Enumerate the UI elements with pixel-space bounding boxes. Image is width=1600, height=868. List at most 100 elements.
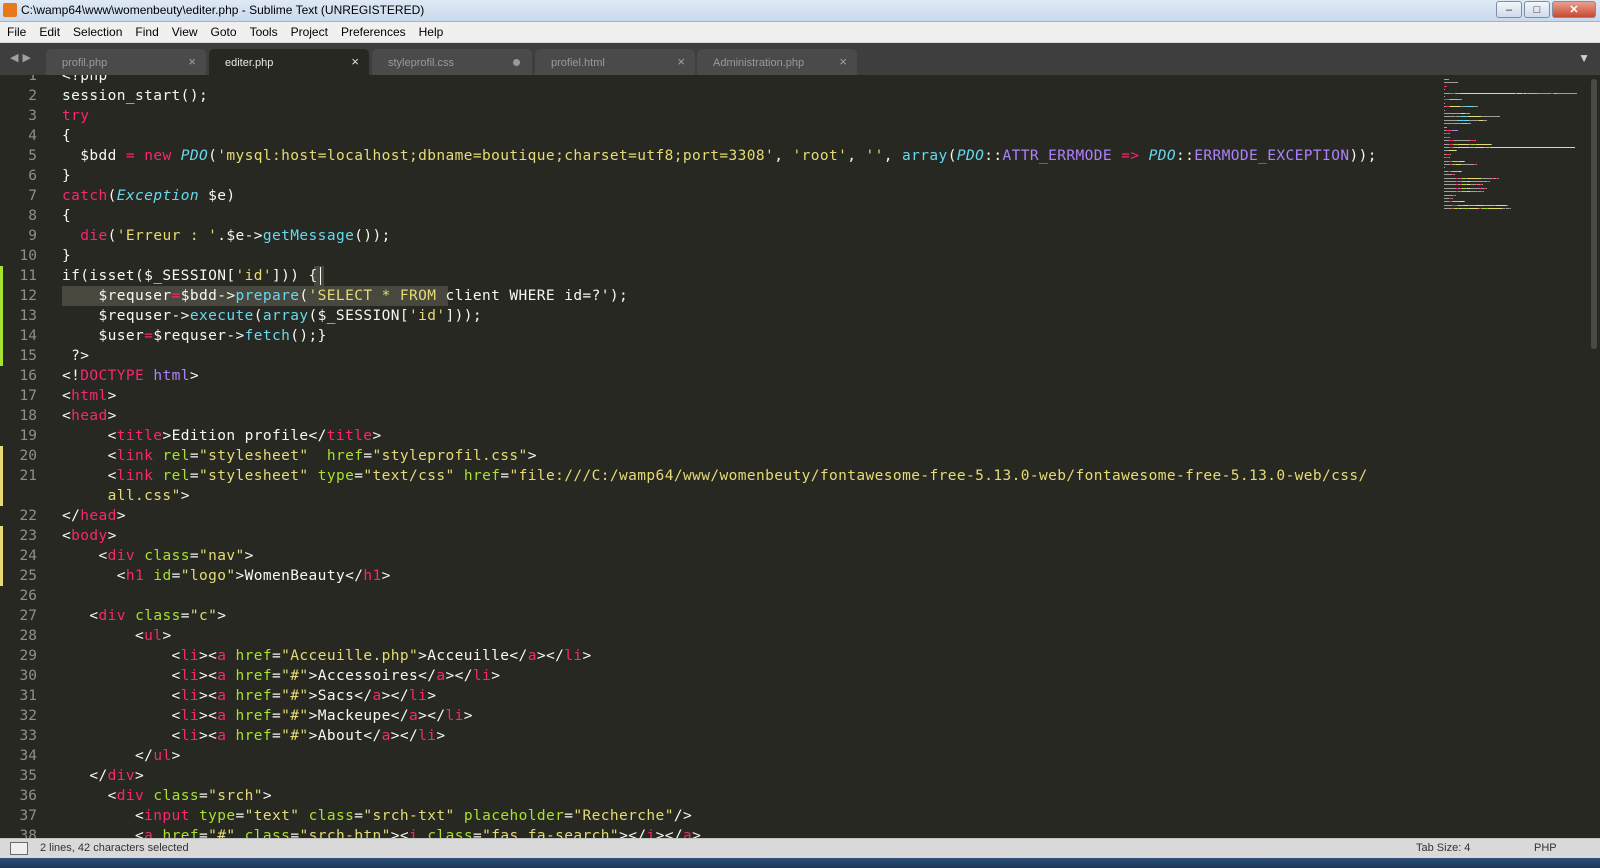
maximize-button[interactable]: □ (1524, 1, 1550, 18)
tab-profil-php[interactable]: profil.php × (46, 49, 206, 75)
scrollbar-thumb[interactable] (1591, 79, 1597, 349)
menu-goto[interactable]: Goto (204, 22, 243, 42)
code-line[interactable]: <input type="text" class="srch-txt" plac… (62, 806, 692, 826)
tab-close-icon[interactable]: × (188, 54, 196, 69)
code-line[interactable]: ?> (62, 346, 89, 366)
code-line[interactable]: $user=$requser->fetch();} (62, 326, 327, 346)
code-token: $e-> (226, 228, 263, 244)
code-line[interactable]: <h1 id="logo">WomenBeauty</h1> (62, 566, 391, 586)
code-token: "srch-txt" (363, 808, 455, 824)
code-line[interactable]: <div class="nav"> (62, 546, 254, 566)
code-line[interactable]: <title>Edition profile</title> (62, 426, 382, 446)
tab-close-icon[interactable]: × (839, 54, 847, 69)
tab-editer-php[interactable]: editer.php × (209, 49, 369, 75)
tab-administration-php[interactable]: Administration.php × (697, 49, 857, 75)
code-line[interactable]: $requser->execute(array($_SESSION['id'])… (62, 306, 482, 326)
panel-toggle-icon[interactable] (10, 842, 28, 855)
menu-preferences[interactable]: Preferences (334, 22, 412, 42)
code-line[interactable]: <ul> (62, 626, 172, 646)
code-line[interactable]: if(isset($_SESSION['id'])) { (62, 266, 318, 286)
tab-nav-arrows-icon[interactable]: ◀▶ (10, 51, 35, 64)
minimap[interactable] (1444, 75, 1584, 295)
code-line[interactable]: <li><a href="#">About</a></li> (62, 726, 446, 746)
code-line[interactable]: } (62, 166, 71, 186)
minimize-button[interactable]: – (1496, 1, 1522, 18)
line-number: 12 (19, 288, 37, 304)
code-line[interactable]: <link rel="stylesheet" href="styleprofil… (62, 446, 537, 466)
tab-profiel-html[interactable]: profiel.html × (535, 49, 695, 75)
code-token: > (217, 608, 227, 624)
code-line[interactable]: $requser=$bdd->prepare('SELECT * FROM cl… (62, 286, 628, 306)
code-line[interactable]: <!DOCTYPE html> (62, 366, 199, 386)
menu-find[interactable]: Find (128, 22, 164, 42)
code-area[interactable]: <?php session_start(); try { $bdd = new PDO… (62, 75, 1550, 838)
menu-project[interactable]: Project (284, 22, 334, 42)
menu-help[interactable]: Help (412, 22, 450, 42)
unsaved-dot-icon[interactable] (513, 59, 520, 66)
code-editor[interactable]: 1 2 3 4 5 6 7 8 9 10 11 12 13 14 15 16 17 18 19 20 21 22 23 24 2… (0, 75, 1600, 838)
code-line[interactable]: <li><a href="#">Sacs</a></li> (62, 686, 436, 706)
minimap-stroke (1486, 187, 1487, 189)
code-line[interactable]: } (62, 246, 71, 266)
code-line[interactable]: <li><a href="#">Accessoires</a></li> (62, 666, 500, 686)
code-line[interactable]: </ul> (62, 746, 181, 766)
code-token: class (427, 828, 473, 838)
tab-size-indicator[interactable]: Tab Size: 4 (1416, 842, 1470, 854)
code-token: } (62, 168, 72, 184)
code-token: $bdd (62, 148, 126, 164)
minimap-stroke (1469, 208, 1478, 210)
syntax-indicator[interactable]: PHP (1534, 842, 1557, 854)
code-line[interactable]: <li><a href="#">Mackeupe</a></li> (62, 706, 473, 726)
code-token: = (272, 688, 282, 704)
code-line[interactable]: <div class="srch"> (62, 786, 272, 806)
code-line[interactable]: <body> (62, 526, 117, 546)
line-number: 21 (19, 468, 37, 484)
line-number: 1 (28, 75, 37, 84)
code-line[interactable]: </head> (62, 506, 126, 526)
code-line[interactable]: { (62, 126, 71, 146)
code-line[interactable]: { (62, 206, 71, 226)
menu-selection[interactable]: Selection (66, 22, 128, 42)
tab-styleprofil-css[interactable]: styleprofil.css (372, 49, 532, 75)
code-line[interactable]: session_start(); (62, 86, 208, 106)
code-line[interactable]: </div> (62, 766, 144, 786)
vertical-scrollbar[interactable] (1588, 75, 1600, 838)
code-line[interactable]: <html> (62, 386, 117, 406)
menu-edit[interactable]: Edit (32, 22, 66, 42)
code-line[interactable]: <li><a href="Acceuille.php">Acceuille</a… (62, 646, 592, 666)
code-line[interactable]: $bdd = new PDO('mysql:host=localhost;dbn… (62, 146, 1377, 166)
minimap-stroke (1496, 204, 1506, 206)
menu-file[interactable]: File (0, 22, 32, 42)
code-line[interactable]: die('Erreur : '.$e->getMessage()); (62, 226, 391, 246)
code-token: href (463, 468, 501, 484)
menu-tools[interactable]: Tools (243, 22, 284, 42)
code-token: ul (144, 628, 163, 644)
code-line[interactable]: <?php (62, 75, 108, 86)
tab-list-dropdown-icon[interactable]: ▼ (1578, 51, 1590, 65)
code-token: body (71, 528, 108, 544)
code-token: placeholder (463, 808, 565, 824)
code-token: href (235, 688, 273, 704)
code-line[interactable]: try (62, 106, 89, 126)
tab-close-icon[interactable]: × (677, 54, 685, 69)
code-line[interactable]: <head> (62, 406, 117, 426)
code-token: "#" (281, 688, 309, 704)
code-line[interactable]: all.css"> (62, 486, 190, 506)
code-token: session_start(); (62, 88, 209, 104)
menu-view[interactable]: View (165, 22, 204, 42)
close-window-button[interactable]: ✕ (1552, 1, 1596, 18)
code-line[interactable]: catch(Exception $e) (62, 186, 236, 206)
code-line[interactable]: <div class="c"> (62, 606, 226, 626)
code-token: < (62, 548, 108, 564)
minimap-stroke (1461, 170, 1462, 172)
code-token: > (381, 568, 391, 584)
code-line[interactable]: <a href="#" class="srch-btn"><i class="f… (62, 826, 701, 838)
code-token: ></ (418, 708, 446, 724)
tab-label: profil.php (62, 57, 108, 69)
minimap-stroke (1461, 164, 1474, 165)
line-number: 22 (19, 508, 37, 524)
code-token: href (326, 448, 364, 464)
code-line[interactable]: <link rel="stylesheet" type="text/css" h… (62, 466, 1368, 486)
tab-close-icon[interactable]: × (351, 54, 359, 69)
code-token: li (472, 668, 492, 684)
